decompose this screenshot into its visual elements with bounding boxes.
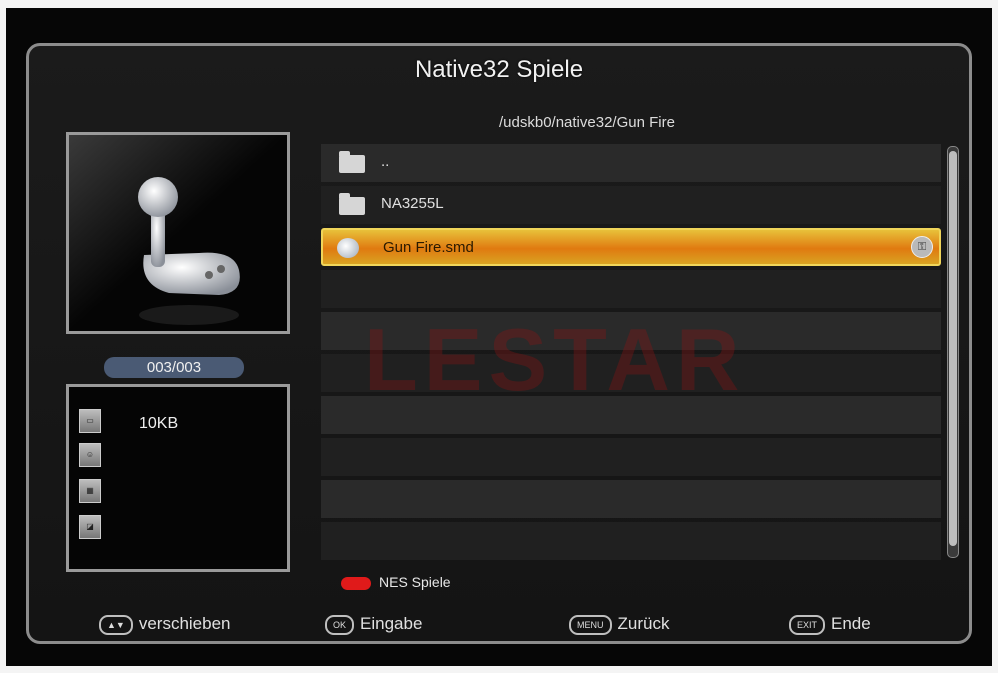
lock-icon: ⚿ bbox=[911, 236, 933, 258]
ok-key-icon: OK bbox=[325, 614, 355, 635]
tv-screen: Native32 Spiele /udskb0/native32/Gun Fir… bbox=[6, 8, 992, 666]
game-file-icon bbox=[337, 238, 359, 258]
list-item-label: Gun Fire.smd bbox=[383, 239, 474, 256]
game-preview-image bbox=[66, 132, 290, 334]
empty-row bbox=[321, 522, 941, 560]
file-counter: 003/003 bbox=[104, 357, 244, 378]
file-size: 10KB bbox=[139, 415, 179, 432]
footer-exit-label: Ende bbox=[831, 614, 871, 633]
file-size-icon: ▭ bbox=[79, 409, 101, 433]
list-item[interactable]: .. bbox=[321, 144, 941, 182]
red-button-label: NES Spiele bbox=[379, 574, 451, 590]
list-item-label: .. bbox=[381, 153, 390, 170]
folder-icon bbox=[339, 193, 365, 215]
empty-row bbox=[321, 438, 941, 476]
list-item-label: NA3255L bbox=[381, 195, 444, 212]
footer-ok-label: Eingabe bbox=[360, 614, 423, 633]
arrow-keys-icon: ▲▼ bbox=[99, 614, 133, 635]
list-item-selected[interactable]: Gun Fire.smd ⚿ bbox=[321, 228, 941, 266]
empty-row bbox=[321, 270, 941, 308]
footer-menu-label: Zurück bbox=[617, 614, 670, 633]
person-icon: ☺ bbox=[79, 443, 101, 467]
watermark: LESTAR bbox=[364, 310, 746, 409]
red-button-icon[interactable] bbox=[341, 577, 371, 590]
exit-key-icon: EXIT bbox=[789, 614, 826, 635]
scrollbar[interactable] bbox=[947, 146, 959, 558]
game-browser-window: Native32 Spiele /udskb0/native32/Gun Fir… bbox=[26, 43, 972, 644]
footer-move-label: verschieben bbox=[138, 614, 231, 633]
empty-row bbox=[321, 480, 941, 518]
page-title: Native32 Spiele bbox=[414, 56, 584, 83]
footer-exit[interactable]: EXIT Ende bbox=[789, 614, 871, 635]
file-info-panel: ▭ ☺ ▦ ◪ 10KB bbox=[66, 384, 290, 572]
date-icon: ▦ bbox=[79, 479, 101, 503]
footer-ok[interactable]: OK Eingabe bbox=[325, 614, 422, 635]
joystick-icon bbox=[69, 135, 287, 331]
footer-menu[interactable]: MENU Zurück bbox=[569, 614, 669, 635]
folder-icon bbox=[339, 151, 365, 173]
list-item[interactable]: NA3255L bbox=[321, 186, 941, 224]
menu-key-icon: MENU bbox=[569, 614, 612, 635]
footer-move[interactable]: ▲▼ verschieben bbox=[99, 614, 231, 635]
type-icon: ◪ bbox=[79, 515, 101, 539]
scrollbar-thumb[interactable] bbox=[949, 151, 957, 546]
current-path: /udskb0/native32/Gun Fire bbox=[499, 114, 675, 131]
